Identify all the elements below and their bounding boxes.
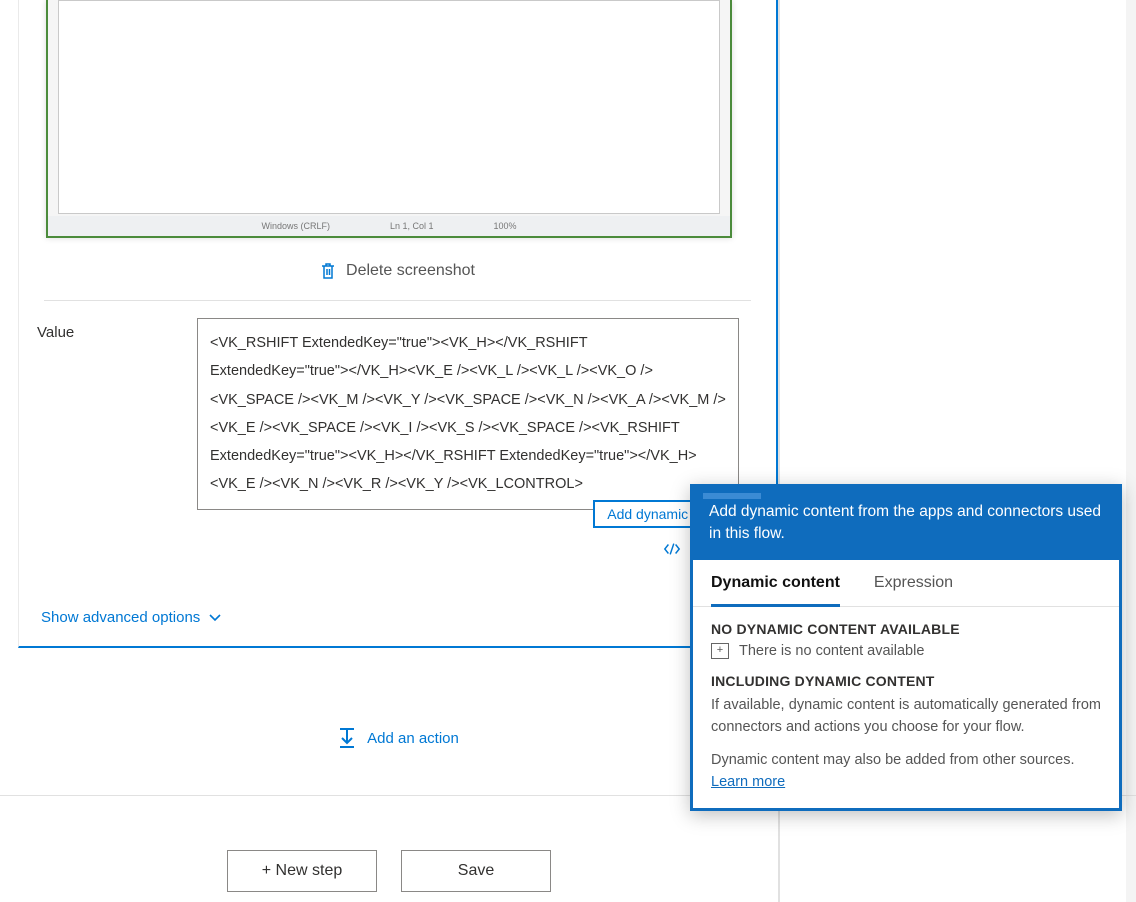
dynamic-content-header: Add dynamic content from the apps and co… [693,487,1119,560]
delete-screenshot-label: Delete screenshot [346,262,475,280]
delete-screenshot-button[interactable]: Delete screenshot [19,256,776,286]
show-advanced-options-button[interactable]: Show advanced options [41,609,222,626]
screenshot-preview[interactable]: Windows (CRLF) Ln 1, Col 1 100% [46,0,732,238]
dynamic-content-header-text: Add dynamic content from the apps and co… [709,503,1101,542]
statusbar-zoom: 100% [494,221,517,231]
chevron-down-icon [208,613,222,623]
insert-step-icon [337,726,357,750]
dynamic-content-body: NO DYNAMIC CONTENT AVAILABLE + There is … [693,607,1119,808]
learn-more-link[interactable]: Learn more [711,774,785,790]
new-step-button[interactable]: + New step [227,850,377,892]
show-advanced-label: Show advanced options [41,609,200,626]
add-action-button[interactable]: Add an action [18,726,778,750]
action-card: Windows (CRLF) Ln 1, Col 1 100% Delete s… [18,0,778,648]
including-heading: INCLUDING DYNAMIC CONTENT [711,673,1101,689]
dynamic-content-tabs: Dynamic content Expression [693,560,1119,607]
add-content-icon: + [711,643,729,659]
tab-dynamic-content[interactable]: Dynamic content [711,574,840,607]
code-icon [663,542,681,556]
save-button[interactable]: Save [401,850,551,892]
dynamic-content-panel: Add dynamic content from the apps and co… [690,484,1122,811]
panel-nub [703,493,761,499]
divider [44,300,751,301]
including-paragraph-1: If available, dynamic content is automat… [711,695,1101,739]
including-paragraph-2: Dynamic content may also be added from o… [711,750,1101,772]
new-step-label: + New step [262,862,342,880]
screenshot-statusbar: Windows (CRLF) Ln 1, Col 1 100% [48,216,730,236]
no-content-message: There is no content available [739,643,924,659]
scrollbar[interactable] [1126,0,1136,902]
trash-icon [320,262,336,280]
statusbar-encoding: Windows (CRLF) [261,221,330,231]
no-content-heading: NO DYNAMIC CONTENT AVAILABLE [711,621,1101,637]
footer-buttons: + New step Save [0,850,778,892]
value-input[interactable]: <VK_RSHIFT ExtendedKey="true"><VK_H></VK… [197,318,739,510]
add-action-label: Add an action [367,730,459,747]
tab-expression[interactable]: Expression [874,574,953,606]
save-label: Save [458,862,494,880]
value-label: Value [37,318,177,341]
screenshot-inner [58,0,720,214]
statusbar-position: Ln 1, Col 1 [390,221,434,231]
